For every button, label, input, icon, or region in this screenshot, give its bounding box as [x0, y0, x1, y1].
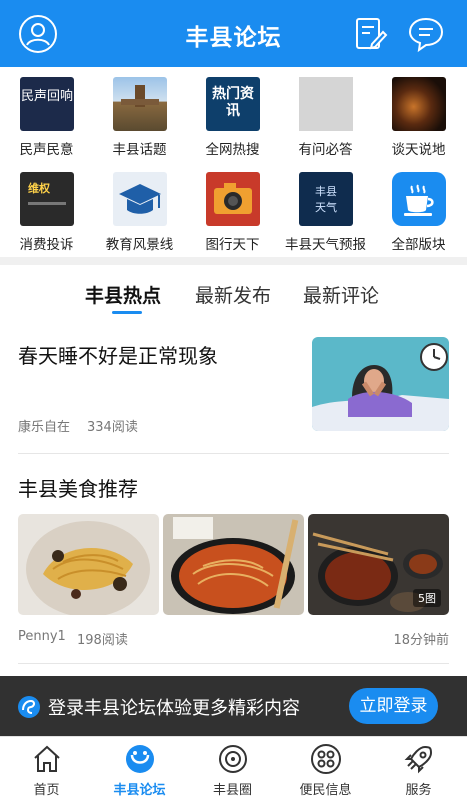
list-divider — [18, 663, 449, 664]
category-thumbnail — [392, 77, 446, 131]
camera-icon — [214, 183, 252, 214]
grid-apps-icon — [310, 743, 342, 775]
coffee-cup-icon — [404, 184, 434, 216]
category-label: 教育风景线 — [105, 237, 174, 253]
edit-post-icon[interactable] — [350, 14, 390, 54]
article-title[interactable]: 丰县美食推荐 — [18, 473, 138, 502]
category-label: 消费投诉 — [19, 237, 74, 253]
tab-latest-comments[interactable]: 最新评论 — [303, 281, 379, 308]
rocket-icon — [403, 743, 435, 775]
thumb-text: 民声回响 — [20, 89, 73, 104]
category-thumbnail: 维权 — [20, 172, 74, 226]
graduation-cap-icon — [119, 184, 161, 214]
tab-fengxian-hot[interactable]: 丰县热点 — [85, 281, 161, 308]
article-title[interactable]: 春天睡不好是正常现象 — [18, 340, 218, 369]
list-divider — [18, 453, 449, 454]
login-prompt-text: 登录丰县论坛体验更多精彩内容 — [48, 698, 300, 719]
nav-home[interactable]: 首页 — [0, 737, 93, 800]
article-author: 康乐自在 — [18, 420, 71, 435]
message-bubble-icon[interactable] — [406, 14, 446, 54]
category-label: 民声民意 — [19, 142, 74, 158]
category-hot-search[interactable]: 热门资讯 全网热搜 — [186, 67, 279, 162]
nav-services[interactable]: 服务 — [372, 737, 465, 800]
category-label: 谈天说地 — [391, 142, 446, 158]
nav-local-info[interactable]: 便民信息 — [279, 737, 372, 800]
home-icon — [31, 743, 63, 775]
article-image-3[interactable]: 5图 — [308, 514, 449, 615]
category-complaints[interactable]: 维权 消费投诉 — [0, 162, 93, 257]
nav-label: 首页 — [33, 783, 60, 798]
nav-label: 丰县圈 — [212, 783, 252, 798]
nav-circle[interactable]: 丰县圈 — [186, 737, 279, 800]
thumb-text: 维权 — [28, 182, 50, 195]
tab-latest-posts[interactable]: 最新发布 — [195, 281, 271, 308]
page-title: 丰县论坛 — [185, 25, 282, 51]
category-label: 图行天下 — [205, 237, 260, 253]
category-qa[interactable]: 有问必答 — [279, 67, 372, 162]
category-all-boards[interactable]: 全部版块 — [372, 162, 465, 257]
category-thumbnail — [392, 172, 446, 226]
category-minsheng[interactable]: 民声回响 民声民意 — [0, 67, 93, 162]
top-header: 丰县论坛 — [0, 0, 467, 67]
category-label: 全网热搜 — [205, 142, 260, 158]
article-image-2[interactable] — [163, 514, 304, 615]
category-label: 丰县话题 — [112, 142, 167, 158]
category-weather[interactable]: 丰县天气 丰县天气预报 — [279, 162, 372, 257]
article-time: 18分钟前 — [393, 633, 449, 648]
article-reads: 198阅读 — [77, 633, 128, 648]
category-topics[interactable]: 丰县话题 — [93, 67, 186, 162]
category-thumbnail: 丰县天气 — [299, 172, 353, 226]
login-prompt-banner: 登录丰县论坛体验更多精彩内容 立即登录 — [0, 676, 467, 736]
category-thumbnail — [299, 77, 353, 131]
article-thumbnail[interactable] — [312, 337, 449, 431]
category-thumbnail — [113, 77, 167, 131]
nav-label: 便民信息 — [299, 783, 352, 798]
article-image-1[interactable] — [18, 514, 159, 615]
article-reads: 334阅读 — [87, 420, 138, 435]
category-education[interactable]: 教育风景线 — [93, 162, 186, 257]
category-photos[interactable]: 图行天下 — [186, 162, 279, 257]
category-thumbnail — [113, 172, 167, 226]
forum-icon — [124, 743, 156, 775]
feed-tabs: 丰县热点 最新发布 最新评论 — [0, 265, 467, 320]
nav-label: 服务 — [405, 783, 432, 798]
category-label: 丰县天气预报 — [285, 237, 366, 253]
forum-logo-icon — [18, 696, 40, 718]
category-grid: 民声回响 民声民意 丰县话题 热门资讯 全网热搜 有问必答 谈天说地 维权 消费… — [0, 67, 467, 257]
active-tab-indicator — [112, 311, 142, 314]
thumb-text: 丰县天气 — [315, 185, 337, 214]
bottom-nav: 首页 丰县论坛 丰县圈 便民信息 服务 — [0, 736, 467, 800]
thumb-text: 热门资讯 — [212, 86, 254, 119]
category-chat[interactable]: 谈天说地 — [372, 67, 465, 162]
category-thumbnail: 热门资讯 — [206, 77, 260, 131]
login-now-button[interactable]: 立即登录 — [349, 688, 438, 724]
nav-forum[interactable]: 丰县论坛 — [93, 737, 186, 800]
circle-icon — [217, 743, 249, 775]
article-author: Penny1 — [18, 629, 66, 644]
image-count-badge: 5图 — [413, 589, 441, 607]
category-label: 有问必答 — [298, 142, 353, 158]
category-thumbnail: 民声回响 — [20, 77, 74, 131]
section-divider — [0, 257, 467, 265]
category-thumbnail — [206, 172, 260, 226]
category-label: 全部版块 — [391, 237, 446, 253]
nav-label: 丰县论坛 — [113, 783, 166, 798]
